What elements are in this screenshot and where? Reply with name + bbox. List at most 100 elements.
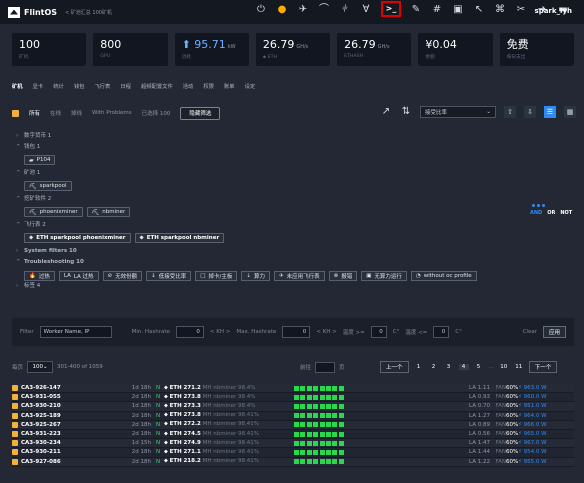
not-toggle[interactable]: NOT: [560, 210, 572, 216]
tree-troubleshooting[interactable]: ⌃ Troubleshooting 10: [16, 257, 551, 268]
filter-offline[interactable]: 掉线: [71, 109, 82, 117]
apply-button[interactable]: 应用: [542, 326, 566, 338]
software-chip-nbminer[interactable]: ⛏ nbminer: [86, 207, 131, 217]
tab-activity[interactable]: 活动: [183, 82, 194, 90]
trouble-chip-low-accept[interactable]: ↓ 低接受比率: [146, 271, 192, 281]
tool-icon[interactable]: ✂: [515, 4, 527, 16]
wallet-chip[interactable]: ▰ P104: [24, 155, 56, 165]
list-view-icon[interactable]: ☰: [544, 106, 556, 118]
row-checkbox[interactable]: [12, 403, 18, 410]
temp-min-input[interactable]: 0: [370, 326, 387, 338]
table-row[interactable]: CA3-925-189 2d 18h N ⬥ ETH 273.8 MH nbminer…: [12, 411, 574, 421]
per-page-select[interactable]: 100 ⌄: [27, 361, 54, 373]
tab-gpus[interactable]: 显卡: [33, 82, 44, 90]
filter-online[interactable]: 在线: [50, 109, 61, 117]
row-checkbox[interactable]: [12, 440, 18, 447]
pool-chip[interactable]: ⛏ sparkpool: [24, 181, 72, 191]
and-toggle[interactable]: AND: [530, 210, 542, 216]
terminal-icon[interactable]: >_: [381, 1, 401, 17]
min-hashrate-unit[interactable]: < KH >: [210, 329, 230, 335]
trouble-chip-error[interactable]: ⊗ 报错: [328, 271, 358, 281]
breadcrumb[interactable]: < 矿池汇总 100矿机: [65, 9, 112, 16]
row-checkbox[interactable]: [12, 385, 18, 392]
tab-oc-profiles[interactable]: 超频配置文件: [141, 82, 173, 90]
max-hashrate-input[interactable]: 0: [282, 326, 311, 338]
page-button[interactable]: 11: [514, 364, 524, 370]
stat-daily-cost[interactable]: 免费 每日支出: [499, 33, 574, 66]
brush-icon[interactable]: ✎: [410, 4, 422, 16]
tab-wallets[interactable]: 钱包: [74, 82, 85, 90]
hash-icon[interactable]: #: [431, 4, 443, 16]
table-row[interactable]: CA3-925-267 2d 18h N ⬥ ETH 272.2 MH nbminer…: [12, 420, 574, 430]
software-chip-phoenixminer[interactable]: ⛏ phoenixminer: [24, 207, 83, 217]
row-checkbox[interactable]: [12, 449, 18, 456]
power-icon[interactable]: ⏻: [255, 4, 267, 16]
worker-name[interactable]: CA3-931-223: [21, 431, 126, 437]
tab-flightsheets[interactable]: 飞行表: [94, 82, 110, 90]
tree-tags[interactable]: › 标签 4: [16, 281, 551, 292]
graph-icon[interactable]: ⌒: [318, 4, 330, 16]
worker-name[interactable]: CA3-926-147: [21, 385, 126, 391]
tree-software[interactable]: ⌃ 挖矿软件 2: [16, 194, 551, 205]
flight-chip-phoenix[interactable]: ⬥ ETH sparkpool phoenixminer: [24, 233, 131, 243]
worker-name[interactable]: CA3-925-267: [21, 422, 126, 428]
hide-filters-button[interactable]: 隐藏筛选: [180, 106, 221, 120]
page-button[interactable]: 3: [444, 364, 454, 370]
prev-page-button[interactable]: 上一个: [380, 361, 409, 373]
page-button[interactable]: 5: [474, 364, 484, 370]
pipeline-icon[interactable]: ⫩: [339, 4, 351, 16]
tree-flight[interactable]: ⌃ 飞行表 2: [16, 220, 551, 231]
trouble-chip-invalid[interactable]: ⊘ 无效份额: [102, 271, 143, 281]
trouble-chip-flight[interactable]: ✈ 未应用飞行表: [273, 271, 325, 281]
tree-pool[interactable]: ⌃ 矿池 1: [16, 168, 551, 179]
stat-gpu[interactable]: 800 GPU: [93, 33, 168, 66]
tab-settings[interactable]: 设定: [245, 82, 256, 90]
next-page-button[interactable]: 下一个: [528, 361, 558, 373]
select-all-checkbox[interactable]: [12, 109, 19, 117]
upload-icon[interactable]: ⇧: [504, 106, 516, 118]
trouble-chip-overheat[interactable]: 🔥 过热: [24, 271, 55, 281]
tree-wallet[interactable]: ⌃ 钱包 1: [16, 142, 551, 153]
trouble-chip-board[interactable]: □ 掉卡/主板: [195, 271, 238, 281]
worker-name[interactable]: CA3-930-211: [21, 449, 126, 455]
sort-order-icon[interactable]: ⇅: [400, 106, 412, 118]
sort-select[interactable]: 接受比率 ⌄: [420, 106, 496, 118]
expand-icon[interactable]: ↗: [380, 106, 392, 118]
display-icon[interactable]: ▣: [452, 4, 464, 16]
worker-name[interactable]: CA3-930-234: [21, 440, 126, 446]
page-button[interactable]: 1: [414, 364, 424, 370]
tab-workers[interactable]: 矿机: [12, 82, 23, 90]
or-toggle[interactable]: OR: [547, 210, 555, 216]
tree-digital[interactable]: › 数字货币 1: [16, 131, 551, 142]
flash-icon[interactable]: ✈: [297, 4, 309, 16]
download-icon[interactable]: ⇩: [524, 106, 536, 118]
page-button-current[interactable]: 4: [458, 364, 469, 370]
table-row[interactable]: CA3-927-086 2d 18h N ⬥ ETH 218.2 MH nbminer…: [12, 457, 574, 467]
min-hashrate-input[interactable]: 0: [175, 326, 204, 338]
table-row[interactable]: CA3-930-211 2d 18h N ⬥ ETH 271.1 MH nbminer…: [12, 448, 574, 458]
tab-permissions[interactable]: 权限: [203, 82, 214, 90]
stat-balance[interactable]: ¥0.04 余额: [418, 33, 493, 66]
worker-name[interactable]: CA3-930-210: [21, 403, 126, 409]
table-row[interactable]: CA3-930-210 1d 18h N ⬥ ETH 273.3 MH nbminer…: [12, 402, 574, 412]
table-row[interactable]: CA3-926-147 1d 18h N ⬥ ETH 271.2 MH nbminer…: [12, 384, 574, 394]
user-name[interactable]: spark_lyh: [535, 7, 572, 15]
filter-icon[interactable]: ∀: [360, 4, 372, 16]
flight-chip-nbminer[interactable]: ⬥ ETH sparkpool nbminer: [134, 233, 225, 243]
wrench-icon[interactable]: ↖: [473, 4, 485, 16]
grid-view-icon[interactable]: ▦: [564, 106, 576, 118]
temp-max-input[interactable]: 0: [433, 326, 450, 338]
jump-input[interactable]: [315, 361, 336, 373]
calculator-icon[interactable]: ⌘: [494, 4, 506, 16]
trouble-chip-hashrate[interactable]: ⇣ 算力: [241, 271, 270, 281]
max-hashrate-unit[interactable]: < KH >: [316, 329, 336, 335]
row-checkbox[interactable]: [12, 431, 18, 438]
filter-all[interactable]: 所有: [29, 109, 40, 117]
row-checkbox[interactable]: [12, 412, 18, 419]
table-row[interactable]: CA3-931-223 2d 18h N ⬥ ETH 274.5 MH nbminer…: [12, 429, 574, 440]
tab-billing[interactable]: 账单: [224, 82, 235, 90]
worker-name-input[interactable]: Worker Name, IP: [39, 326, 112, 338]
trouble-chip-oc-profile[interactable]: ◔ without oc profile: [410, 271, 477, 281]
app-logo[interactable]: FlintOS: [8, 6, 57, 18]
tab-schedule[interactable]: 日程: [120, 82, 131, 90]
